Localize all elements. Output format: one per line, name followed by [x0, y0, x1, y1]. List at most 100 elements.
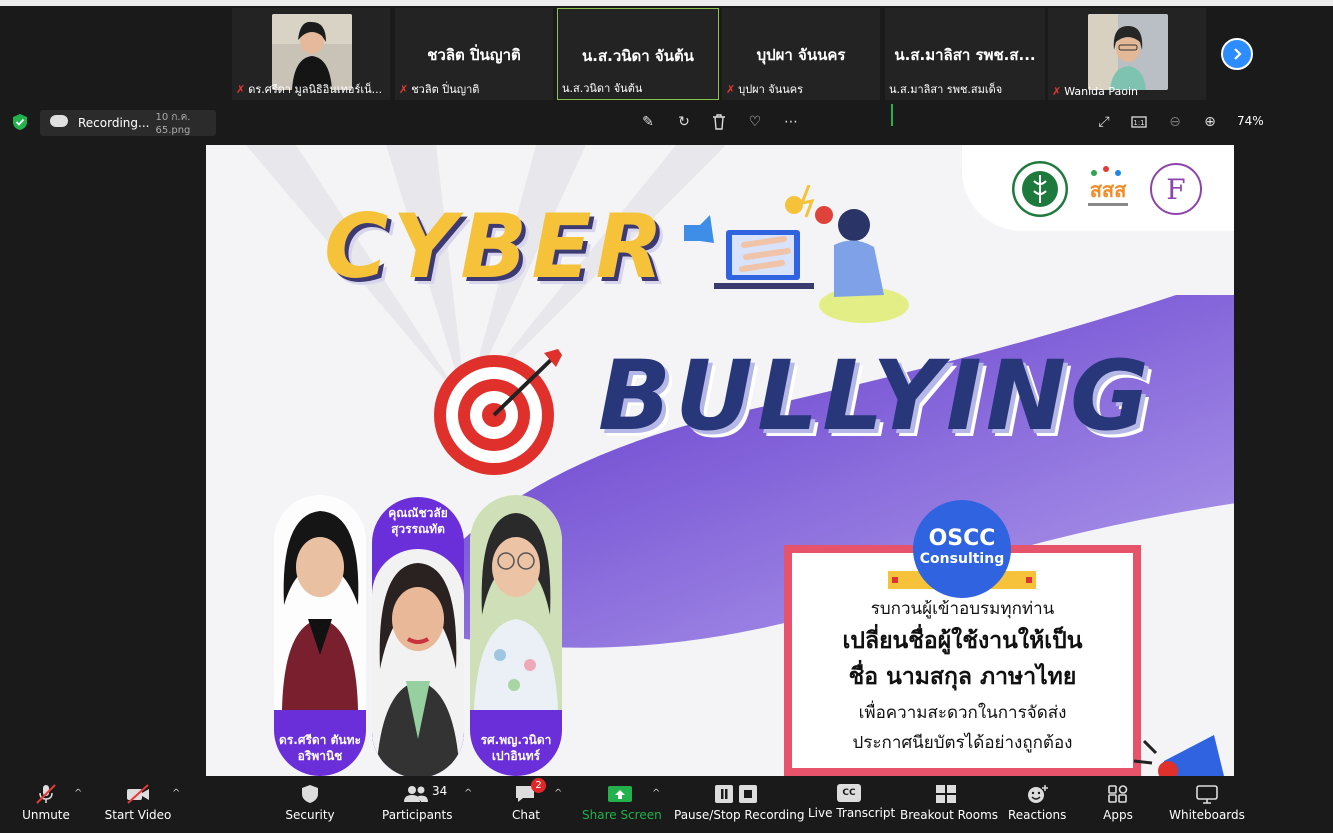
pause-stop-icon	[715, 785, 757, 803]
whiteboard-icon	[1196, 785, 1218, 804]
whiteboards-label: Whiteboards	[1169, 808, 1245, 822]
participant-name: Wanida Paoin	[1064, 85, 1139, 98]
video-options-caret-icon[interactable]: ^	[172, 788, 180, 799]
notice-line: ประกาศนียบัตรได้อย่างถูกต้อง	[852, 733, 1073, 753]
breakout-rooms-button[interactable]: Breakout Rooms	[900, 776, 999, 833]
chat-label: Chat	[511, 808, 541, 822]
unmute-label: Unmute	[22, 808, 70, 822]
badge-line: OSCC	[928, 526, 996, 551]
svg-text:1:1: 1:1	[1133, 119, 1144, 127]
title-bullying: BULLYING	[598, 340, 1153, 452]
next-page-button[interactable]	[1221, 38, 1253, 70]
zoom-out-icon[interactable]: ⊖	[1165, 112, 1185, 132]
participant-tile-active-speaker[interactable]: น.ส.วนิดา จันต้น น.ส.วนิดา จันต้น	[557, 8, 719, 100]
security-label: Security	[285, 808, 335, 822]
share-view-toolbar: Recording... 10 ก.ค. 65.png ✎ ↻ ♡ ⋯ ⤢ 1:…	[0, 102, 1333, 142]
participant-tile[interactable]: บุปผา จันนคร ✗ บุปผา จันนคร	[722, 8, 880, 100]
heart-icon[interactable]: ♡	[745, 112, 765, 132]
chat-options-caret-icon[interactable]: ^	[554, 788, 562, 799]
speaker-name: คุณณัชวลัย สุวรรณทัต	[388, 506, 448, 536]
mic-muted-icon	[36, 784, 56, 804]
smiley-icon	[1028, 785, 1048, 803]
participant-display-name: ชวลิต ปิ่นญาติ	[427, 46, 521, 64]
unmute-button[interactable]: Unmute	[16, 776, 76, 833]
security-button[interactable]: Security	[282, 776, 338, 833]
rotate-icon[interactable]: ↻	[674, 112, 694, 132]
breakout-rooms-icon	[936, 785, 956, 803]
svg-text:สสส: สสส	[1090, 178, 1127, 202]
reactions-button[interactable]: Reactions	[1008, 776, 1066, 833]
recording-label: Recording...	[78, 116, 150, 130]
notice-line: รบกวนผู้เข้าอบรมทุกท่าน	[870, 599, 1055, 619]
pause-recording-label: Pause/Stop Recording	[674, 808, 805, 822]
participant-tile[interactable]: ชวลิต ปิ่นญาติ ✗ ชวลิต ปิ่นญาติ	[395, 8, 553, 100]
notice-line: เปลี่ยนชื่อผู้ใช้งานให้เป็น	[842, 628, 1083, 654]
participant-name: ชวลิต ปิ่นญาติ	[411, 83, 480, 96]
participant-photo	[272, 14, 352, 90]
more-icon[interactable]: ⋯	[781, 112, 801, 132]
speaker-photo	[372, 549, 464, 776]
speaker-name: ดร.ศรีดา ตันทะอริพานิช	[279, 733, 361, 763]
apps-label: Apps	[1103, 808, 1133, 822]
thaihealth-logo: สสส	[1088, 166, 1128, 206]
drag-handle[interactable]	[891, 104, 893, 126]
trash-icon[interactable]	[709, 112, 729, 132]
mic-off-icon: ✗	[1052, 85, 1062, 98]
apps-icon	[1108, 785, 1128, 803]
start-video-label: Start Video	[104, 808, 172, 822]
chat-unread-badge: 2	[531, 778, 546, 793]
participants-count: 34	[432, 784, 448, 798]
speaker-photo	[274, 495, 366, 710]
face-foundation-logo: F	[1150, 163, 1202, 215]
mic-off-icon: ✗	[236, 83, 246, 96]
speaker-name: รศ.พญ.วนิดา เปาอินทร์	[480, 733, 552, 763]
speaker-card: รศ.พญ.วนิดา เปาอินทร์	[470, 495, 562, 776]
zoom-level: 74%	[1237, 114, 1264, 128]
title-cyber: CYBER	[324, 195, 668, 298]
notice-line: เพื่อความสะดวกในการจัดส่ง	[858, 703, 1067, 723]
breakout-rooms-label: Breakout Rooms	[900, 808, 999, 822]
fullscreen-icon[interactable]: ⤢	[1094, 112, 1114, 132]
mic-off-icon: ✗	[726, 83, 736, 96]
share-screen-button[interactable]: Share Screen	[582, 776, 662, 833]
participants-options-caret-icon[interactable]: ^	[464, 788, 472, 799]
reactions-label: Reactions	[1008, 808, 1067, 822]
start-video-button[interactable]: Start Video	[100, 776, 176, 833]
participant-tile[interactable]: น.ส.มาลิสา รพช.ส... น.ส.มาลิสา รพช.สมเด็…	[885, 8, 1045, 100]
ministry-public-health-logo	[1012, 161, 1068, 217]
participant-tile[interactable]: ✗ Wanida Paoin	[1048, 8, 1206, 100]
share-screen-label: Share Screen	[582, 808, 662, 822]
annotate-icon[interactable]: ✎	[638, 112, 658, 132]
whiteboards-button[interactable]: Whiteboards	[1168, 776, 1246, 833]
live-transcript-button[interactable]: CC Live Transcript	[808, 776, 896, 833]
live-transcript-label: Live Transcript	[808, 806, 896, 820]
participant-name: ดร.ศรีดา มูลนิธิอินเทอร์เน็...	[248, 83, 383, 96]
chevron-right-icon	[1234, 48, 1242, 60]
chat-button[interactable]: 2 Chat	[506, 776, 546, 833]
notice-line: ชื่อ นามสกุล ภาษาไทย	[848, 664, 1077, 690]
cloud-recording-icon	[50, 115, 68, 127]
audio-options-caret-icon[interactable]: ^	[74, 788, 82, 799]
share-options-caret-icon[interactable]: ^	[652, 788, 660, 799]
recording-indicator[interactable]: Recording... 10 ก.ค. 65.png	[40, 110, 216, 136]
mic-off-icon: ✗	[399, 83, 409, 96]
top-edge	[0, 0, 1333, 6]
target-bullseye-icon	[434, 349, 562, 475]
participant-tile[interactable]: ✗ ดร.ศรีดา มูลนิธิอินเทอร์เน็...	[232, 8, 390, 100]
participants-icon	[404, 786, 428, 802]
svg-text:F: F	[1166, 173, 1185, 206]
share-screen-icon	[608, 786, 632, 802]
encryption-shield-icon[interactable]	[10, 112, 30, 132]
participant-display-name: น.ส.วนิดา จันต้น	[582, 47, 694, 65]
participant-photo	[1088, 14, 1168, 90]
speaker-card: ดร.ศรีดา ตันทะอริพานิช	[274, 495, 366, 776]
sponsor-logos: สสส F	[962, 145, 1234, 231]
speaker-card: คุณณัชวลัย สุวรรณทัต	[372, 497, 464, 776]
participant-name: น.ส.วนิดา จันต้น	[562, 82, 643, 95]
apps-button[interactable]: Apps	[1096, 776, 1140, 833]
zoom-in-icon[interactable]: ⊕	[1200, 112, 1220, 132]
original-size-icon[interactable]: 1:1	[1129, 112, 1149, 132]
oscc-consulting-badge: OSCC Consulting	[913, 500, 1011, 598]
pause-stop-recording-button[interactable]: Pause/Stop Recording	[674, 776, 805, 833]
cyberbullying-illustration	[684, 185, 909, 323]
